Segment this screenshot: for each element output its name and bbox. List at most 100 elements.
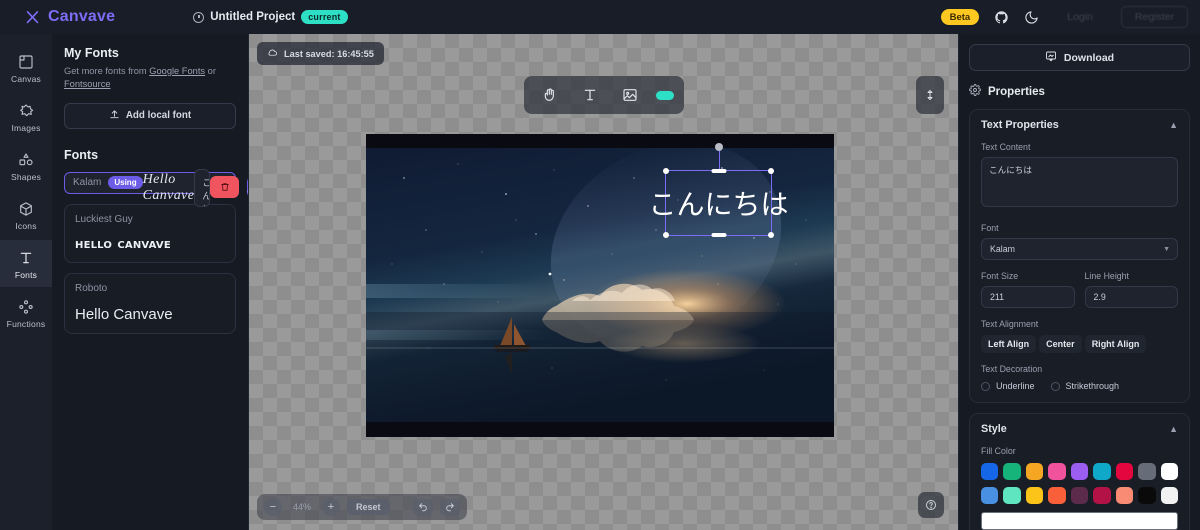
resize-handle-bl[interactable] <box>663 232 669 238</box>
color-swatch[interactable] <box>1115 463 1134 480</box>
canvas-text-element[interactable]: こんにちは <box>648 183 788 223</box>
resize-handle-tr[interactable] <box>768 168 774 174</box>
color-swatch[interactable] <box>1003 487 1021 504</box>
zoom-toolbar: − 44% + Reset <box>257 494 467 520</box>
scissors-logo-icon <box>24 9 41 26</box>
help-button[interactable] <box>918 492 944 518</box>
brand-name: Canvave <box>48 8 116 25</box>
zoom-reset-button[interactable]: Reset <box>347 499 390 515</box>
download-button[interactable]: Download <box>969 44 1190 71</box>
zoom-out-button[interactable]: − <box>264 498 282 516</box>
color-swatch[interactable] <box>1003 463 1021 480</box>
chevron-up-icon[interactable]: ▲ <box>1169 120 1178 130</box>
font-card-roboto[interactable]: Roboto Hello Canvave <box>64 272 236 334</box>
brand[interactable]: Canvave <box>24 8 115 26</box>
login-button[interactable]: Login <box>1053 6 1107 28</box>
align-right-button[interactable]: Right Align <box>1084 335 1147 353</box>
color-swatch[interactable] <box>1138 487 1156 504</box>
shapes-icon <box>18 151 34 168</box>
text-decoration-group: Underline Strikethrough <box>981 381 1178 391</box>
add-local-font-button[interactable]: Add local font <box>64 102 236 129</box>
moon-icon[interactable] <box>1023 9 1039 25</box>
register-button[interactable]: Register <box>1120 6 1188 28</box>
vertical-resize-icon[interactable] <box>916 76 944 114</box>
color-swatch[interactable] <box>1093 463 1111 480</box>
sidebar-item-canvas[interactable]: Canvas <box>0 44 52 91</box>
sidebar-label: Icons <box>15 221 37 231</box>
canvas-stage[interactable]: Last saved: 16:45:55 こんにちは − 44% + Reset <box>249 34 958 530</box>
radio-icon[interactable] <box>981 381 990 391</box>
color-swatch[interactable] <box>981 463 999 480</box>
sidebar-item-functions[interactable]: Functions <box>0 289 52 336</box>
text-properties-header[interactable]: Text Properties ▲ <box>981 119 1178 131</box>
fill-color-swatches-row2 <box>981 487 1178 504</box>
text-content-input[interactable] <box>981 157 1178 207</box>
download-image-icon <box>1045 50 1057 65</box>
sidebar-item-images[interactable]: Images <box>0 93 52 140</box>
color-swatch[interactable] <box>1025 463 1044 480</box>
strikethrough-option[interactable]: Strikethrough <box>1050 381 1119 391</box>
image-tool-icon[interactable] <box>614 81 646 109</box>
font-card-kalam[interactable]: Kalam Using Hello Canvave Add to Canvas <box>64 168 248 207</box>
font-preview: HELLO CANVAVE <box>75 235 171 252</box>
redo-arrow-icon[interactable] <box>439 498 460 516</box>
fontsource-link[interactable]: Fontsource <box>64 79 111 89</box>
section-title: Style <box>981 423 1007 435</box>
rotation-handle[interactable] <box>714 143 723 151</box>
line-height-col: Line Height 2.9 <box>1084 260 1178 308</box>
color-swatch[interactable] <box>1138 463 1156 480</box>
current-color-input[interactable] <box>981 512 1178 530</box>
font-card-actions: Add to Canvas <box>210 176 248 199</box>
project-indicator[interactable]: Untitled Project current <box>193 10 348 24</box>
color-swatch[interactable] <box>1160 487 1178 504</box>
line-height-input[interactable]: 2.9 <box>1084 286 1178 308</box>
app-root: Canvave Untitled Project current Beta Lo… <box>0 0 1200 530</box>
align-left-button[interactable]: Left Align <box>981 335 1037 353</box>
zoom-in-button[interactable]: + <box>322 498 340 516</box>
underline-option[interactable]: Underline <box>981 381 1035 391</box>
last-saved-label: Last saved: 16:45:55 <box>284 48 374 59</box>
artboard[interactable]: こんにちは <box>366 134 834 437</box>
font-sample-input[interactable] <box>194 168 211 207</box>
radio-icon[interactable] <box>1050 381 1060 391</box>
text-decoration-label: Text Decoration <box>981 364 1043 374</box>
canvas-icon <box>18 53 34 70</box>
color-swatch[interactable] <box>1160 463 1178 480</box>
project-status-badge: current <box>301 10 348 24</box>
properties-panel: Download Properties Text Properties ▲ Te… <box>958 34 1200 530</box>
sidebar-item-icons[interactable]: Icons <box>0 191 52 238</box>
properties-header: Properties <box>969 84 1190 99</box>
delete-font-button[interactable] <box>210 176 240 199</box>
sidebar-item-shapes[interactable]: Shapes <box>0 142 52 189</box>
google-fonts-link[interactable]: Google Fonts <box>149 66 205 76</box>
resize-handle-top[interactable] <box>711 169 726 173</box>
color-swatch[interactable] <box>1025 487 1044 504</box>
font-select[interactable]: Kalam <box>981 238 1178 260</box>
style-header[interactable]: Style ▲ <box>981 423 1178 435</box>
font-size-input[interactable]: 211 <box>981 286 1075 308</box>
align-center-button[interactable]: Center <box>1039 335 1082 353</box>
color-swatch[interactable] <box>981 487 999 504</box>
color-swatch[interactable] <box>1048 487 1066 504</box>
color-swatch[interactable] <box>1048 463 1066 480</box>
sidebar-label: Shapes <box>10 172 42 182</box>
clock-icon <box>193 11 205 23</box>
chevron-down-icon: ▼ <box>1163 246 1170 253</box>
color-swatch[interactable] <box>1115 487 1134 504</box>
text-tool-icon[interactable] <box>574 81 606 109</box>
color-swatch[interactable] <box>1070 487 1089 504</box>
sidebar-item-fonts[interactable]: Fonts <box>0 240 52 287</box>
icons-cube-icon <box>18 200 34 217</box>
github-icon[interactable] <box>993 9 1009 25</box>
undo-arrow-icon[interactable] <box>412 498 433 516</box>
chevron-up-icon[interactable]: ▲ <box>1169 424 1178 434</box>
resize-handle-tl[interactable] <box>663 168 669 174</box>
resize-handle-br[interactable] <box>768 232 774 238</box>
text-selection-box[interactable]: こんにちは <box>648 143 789 238</box>
color-swatch[interactable] <box>1070 463 1089 480</box>
color-swatch[interactable] <box>1093 487 1111 504</box>
font-card-luckiest-guy[interactable]: Luckiest Guy HELLO CANVAVE <box>64 203 236 263</box>
panel-title: My Fonts <box>64 46 119 60</box>
hand-tool-icon[interactable] <box>534 81 566 109</box>
resize-handle-bottom[interactable] <box>711 233 726 237</box>
